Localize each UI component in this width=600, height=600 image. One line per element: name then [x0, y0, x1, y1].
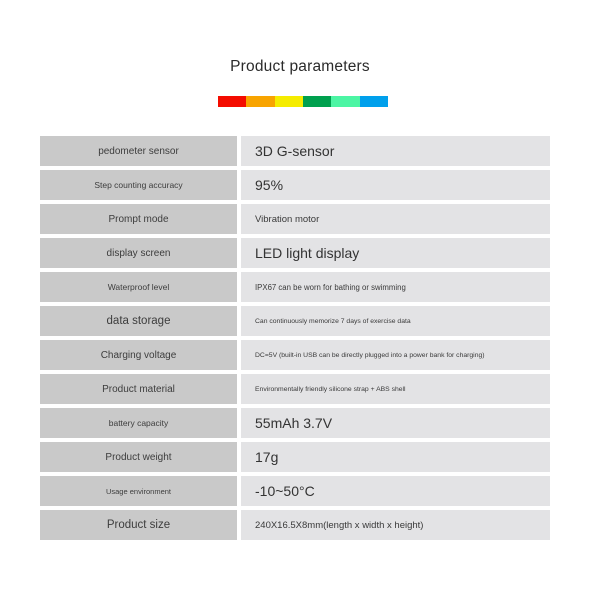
table-row: Charging voltage DC=5V (built-in USB can … — [40, 340, 550, 370]
spec-value-cell: IPX67 can be worn for bathing or swimmin… — [241, 272, 550, 302]
spec-label-cell: display screen — [40, 238, 237, 268]
table-row: Product material Environmentally friendly… — [40, 374, 550, 404]
spec-value-cell: 17g — [241, 442, 550, 472]
table-row: Product size 240X16.5X8mm(length x width … — [40, 510, 550, 540]
spec-label-cell: Charging voltage — [40, 340, 237, 370]
table-row: Product weight 17g — [40, 442, 550, 472]
spec-table: pedometer sensor 3D G-sensor Step counting… — [40, 136, 550, 540]
spec-value-cell: 3D G-sensor — [241, 136, 550, 166]
spec-value-cell: -10~50°C — [241, 476, 550, 506]
spec-label-cell: Prompt mode — [40, 204, 237, 234]
spec-label-cell: Product weight — [40, 442, 237, 472]
decorative-color-bar — [218, 96, 388, 107]
color-bar-segment-mint-green — [331, 96, 360, 107]
color-bar-segment-orange — [246, 96, 275, 107]
spec-value-cell: 95% — [241, 170, 550, 200]
table-row: Step counting accuracy 95% — [40, 170, 550, 200]
spec-label-cell: Usage environment — [40, 476, 237, 506]
color-bar-segment-red — [218, 96, 247, 107]
table-row: display screen LED light display — [40, 238, 550, 268]
spec-label-cell: battery capacity — [40, 408, 237, 438]
page-title: Product parameters — [230, 58, 370, 75]
spec-value-cell: Can continuously memorize 7 days of exer… — [241, 306, 550, 336]
spec-label-cell: pedometer sensor — [40, 136, 237, 166]
spec-label-cell: data storage — [40, 306, 237, 336]
spec-value-cell: 55mAh 3.7V — [241, 408, 550, 438]
product-parameters-page: Product parameters pedometer sensor 3D G-… — [0, 0, 600, 600]
spec-value-cell: DC=5V (built-in USB can be directly plug… — [241, 340, 550, 370]
spec-value-cell: Environmentally friendly silicone strap … — [241, 374, 550, 404]
table-row: data storage Can continuously memorize 7 … — [40, 306, 550, 336]
spec-label-cell: Product material — [40, 374, 237, 404]
color-bar-segment-yellow — [274, 96, 303, 107]
spec-label-cell: Step counting accuracy — [40, 170, 237, 200]
table-row: pedometer sensor 3D G-sensor — [40, 136, 550, 166]
spec-label-cell: Waterproof level — [40, 272, 237, 302]
spec-value-cell: LED light display — [241, 238, 550, 268]
table-row: Waterproof level IPX67 can be worn for ba… — [40, 272, 550, 302]
table-row: battery capacity 55mAh 3.7V — [40, 408, 550, 438]
table-row: Usage environment -10~50°C — [40, 476, 550, 506]
spec-value-cell: Vibration motor — [241, 204, 550, 234]
spec-label-cell: Product size — [40, 510, 237, 540]
spec-value-cell: 240X16.5X8mm(length x width x height) — [241, 510, 550, 540]
table-row: Prompt mode Vibration motor — [40, 204, 550, 234]
color-bar-segment-dark-green — [302, 96, 332, 107]
color-bar-segment-blue — [359, 96, 388, 107]
